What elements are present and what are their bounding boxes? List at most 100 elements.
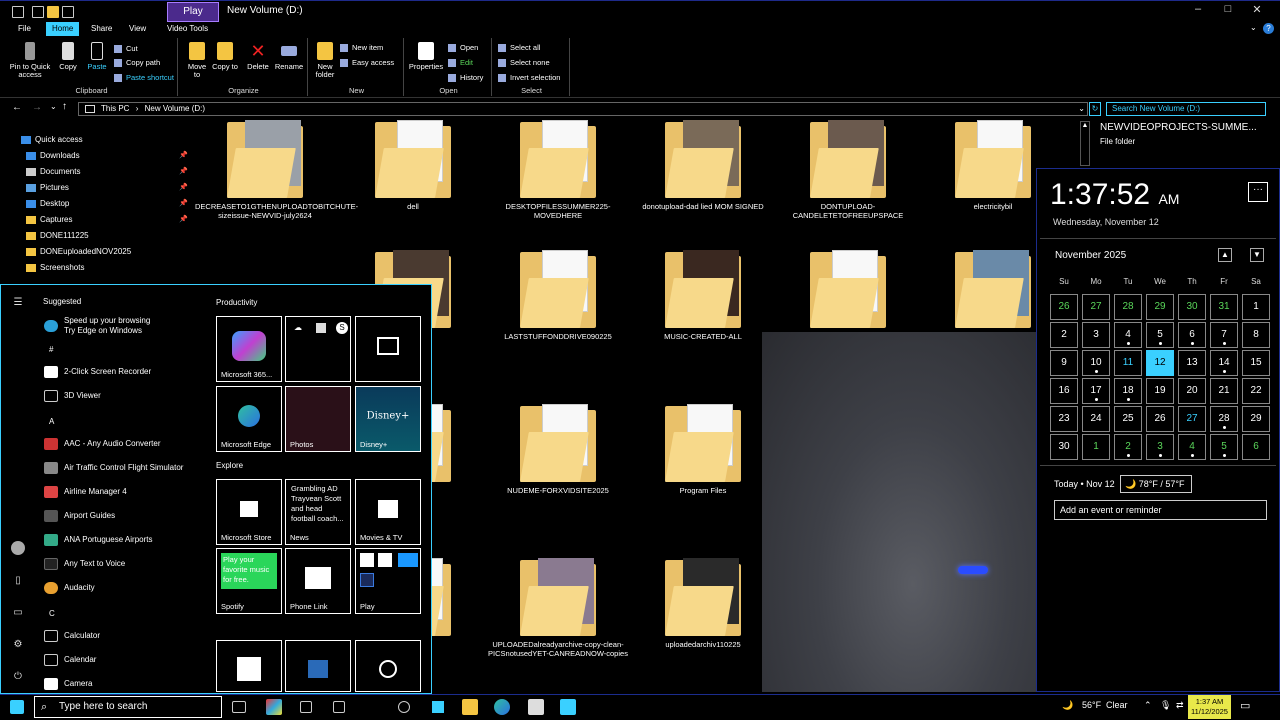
calendar-day[interactable]: 2 bbox=[1114, 434, 1142, 460]
taskbar-temperature[interactable]: 56°F bbox=[1082, 700, 1101, 710]
tile-solitaire[interactable] bbox=[355, 316, 421, 382]
back-icon[interactable]: ← bbox=[12, 102, 22, 113]
camera-taskbar-icon[interactable] bbox=[333, 701, 345, 713]
tile-recorder[interactable] bbox=[285, 640, 351, 692]
breadcrumb-new-volume[interactable]: New Volume (D:) bbox=[145, 104, 205, 113]
app-item[interactable]: Airport Guides bbox=[44, 506, 115, 526]
pin-quick-access-button[interactable]: Pin to Quick access bbox=[8, 42, 52, 79]
forward-icon[interactable]: → bbox=[32, 102, 42, 113]
recent-locations-icon[interactable]: ⌄ bbox=[50, 102, 57, 111]
calendar-day[interactable]: 1 bbox=[1082, 434, 1110, 460]
open-button[interactable]: Open bbox=[448, 42, 478, 54]
flyout-date[interactable]: Wednesday, November 12 bbox=[1053, 217, 1159, 227]
minimize-button[interactable]: – bbox=[1188, 3, 1208, 15]
nav-quick-access[interactable]: Quick access bbox=[21, 132, 83, 148]
folder-item[interactable]: LASTSTUFFONDDRIVE090225 bbox=[488, 250, 628, 341]
scroll-up-icon[interactable]: ▲ bbox=[1081, 122, 1089, 129]
nav-item-downloads[interactable]: Downloads 📌 bbox=[26, 148, 194, 164]
paste-shortcut-button[interactable]: Paste shortcut bbox=[114, 72, 174, 84]
edge-suggestion[interactable]: Speed up your browsing Try Edge on Window… bbox=[44, 316, 150, 336]
properties-icon[interactable] bbox=[32, 6, 44, 18]
calendar-day[interactable]: 30 bbox=[1178, 294, 1206, 320]
copy-button[interactable]: Copy bbox=[56, 42, 80, 71]
calendar-day[interactable]: 23 bbox=[1050, 406, 1078, 432]
app-item[interactable]: 3D Viewer bbox=[44, 386, 101, 406]
folder-item[interactable] bbox=[778, 250, 918, 328]
taskbar-search[interactable]: ⌕ Type here to search bbox=[34, 696, 222, 718]
calendar-day[interactable]: 17 bbox=[1082, 378, 1110, 404]
nav-item-done111225[interactable]: DONE111225 bbox=[26, 228, 89, 244]
invert-selection-button[interactable]: Invert selection bbox=[498, 72, 560, 84]
address-bar[interactable]: This PC › New Volume (D:) ⌄ bbox=[78, 102, 1088, 116]
settings-icon[interactable]: ⚙ bbox=[11, 639, 25, 651]
tile-microsoft-365[interactable]: Microsoft 365... bbox=[216, 316, 282, 382]
tile-edge[interactable]: Microsoft Edge bbox=[216, 386, 282, 452]
calendar-day[interactable]: 5 bbox=[1210, 434, 1238, 460]
folder-item[interactable]: UPLOADEDalreadyarchive-copy-clean-PICSno… bbox=[488, 558, 628, 658]
nav-item-screenshots[interactable]: Screenshots bbox=[26, 260, 84, 276]
windows-start-icon[interactable] bbox=[10, 700, 24, 714]
tab-home[interactable]: Home bbox=[46, 22, 80, 36]
play-tab[interactable]: Play bbox=[167, 2, 219, 22]
calendar-day[interactable]: 27 bbox=[1082, 294, 1110, 320]
prev-month-icon[interactable]: ▲ bbox=[1218, 248, 1232, 262]
scrollbar[interactable]: ▲ bbox=[1080, 121, 1090, 166]
tile-clipchamp[interactable] bbox=[216, 640, 282, 692]
folder-item[interactable]: MUSIC-CREATED-ALL bbox=[633, 250, 773, 341]
delete-button[interactable]: ✕ Delete bbox=[244, 42, 272, 71]
pictures-icon[interactable]: ▭ bbox=[11, 607, 25, 619]
calendar-day[interactable]: 12 bbox=[1146, 350, 1174, 376]
calendar-day[interactable]: 28 bbox=[1114, 294, 1142, 320]
app-item[interactable]: Calculator bbox=[44, 626, 100, 646]
copy-to-button[interactable]: Copy to bbox=[212, 42, 238, 71]
customize-quick-access-icon[interactable] bbox=[62, 6, 74, 18]
tile-phone-link[interactable]: Phone Link bbox=[285, 548, 351, 614]
hamburger-icon[interactable]: ☰ bbox=[11, 297, 25, 309]
tile-store[interactable]: Microsoft Store bbox=[216, 479, 282, 545]
calendar-day[interactable]: 1 bbox=[1242, 294, 1270, 320]
folder-item[interactable]: DONTUPLOAD-CANDELETETOFREEUPSPACE bbox=[778, 120, 918, 220]
calendar-day[interactable]: 13 bbox=[1178, 350, 1206, 376]
chevron-up-icon[interactable]: ⌃ bbox=[1144, 700, 1152, 711]
calendar-day[interactable]: 24 bbox=[1082, 406, 1110, 432]
app-active-taskbar-icon[interactable] bbox=[560, 699, 576, 715]
media-player-taskbar-icon[interactable] bbox=[398, 701, 410, 713]
folder-item[interactable]: Program Files bbox=[633, 404, 773, 495]
easy-access-button[interactable]: Easy access bbox=[340, 57, 394, 69]
calendar-day[interactable]: 4 bbox=[1178, 434, 1206, 460]
tile-disney[interactable]: Disney+ Disney+ bbox=[355, 386, 421, 452]
rename-button[interactable]: Rename bbox=[274, 42, 304, 71]
tab-file[interactable]: File bbox=[12, 22, 37, 36]
tile-spotify[interactable]: Play your favorite music for free. Spotif… bbox=[216, 548, 282, 614]
network-icon[interactable]: ⇄ bbox=[1176, 700, 1184, 711]
avatar[interactable] bbox=[11, 541, 25, 555]
power-icon[interactable]: ⏻ bbox=[11, 671, 25, 683]
letter-header[interactable]: # bbox=[49, 345, 53, 354]
copy-path-button[interactable]: Copy path bbox=[114, 57, 160, 69]
app-item[interactable]: Calendar bbox=[44, 650, 96, 670]
calendar-day[interactable]: 26 bbox=[1050, 294, 1078, 320]
calendar-day[interactable]: 3 bbox=[1146, 434, 1174, 460]
folder-item[interactable]: donotupload-dad lied MOM SIGNED bbox=[633, 120, 773, 211]
nav-item-documents[interactable]: Documents 📌 bbox=[26, 164, 194, 180]
calendar-day[interactable]: 29 bbox=[1146, 294, 1174, 320]
select-all-button[interactable]: Select all bbox=[498, 42, 540, 54]
calendar-day[interactable]: 19 bbox=[1146, 378, 1174, 404]
documents-icon[interactable]: ▯ bbox=[11, 575, 25, 587]
paste-button[interactable]: Paste bbox=[84, 42, 110, 71]
calendar-day[interactable]: 18 bbox=[1114, 378, 1142, 404]
calendar-day[interactable]: 6 bbox=[1242, 434, 1270, 460]
calendar-day[interactable]: 5 bbox=[1146, 322, 1174, 348]
history-button[interactable]: History bbox=[448, 72, 483, 84]
folder-item[interactable]: uploadedarchiv110225 bbox=[633, 558, 773, 649]
calendar-day[interactable]: 7 bbox=[1210, 322, 1238, 348]
store-taskbar-icon[interactable] bbox=[300, 701, 312, 713]
photos-taskbar-icon[interactable] bbox=[528, 699, 544, 715]
tile-clock[interactable] bbox=[355, 640, 421, 692]
calendar-day[interactable]: 22 bbox=[1242, 378, 1270, 404]
calendar-day[interactable]: 10 bbox=[1082, 350, 1110, 376]
letter-header[interactable]: C bbox=[49, 609, 55, 618]
app-item[interactable]: AAC - Any Audio Converter bbox=[44, 434, 161, 454]
nav-item-pictures[interactable]: Pictures 📌 bbox=[26, 180, 194, 196]
folder-item[interactable]: DECREASETO1GTHENUPLOADTOBITCHUTE-sizeiss… bbox=[195, 120, 358, 220]
